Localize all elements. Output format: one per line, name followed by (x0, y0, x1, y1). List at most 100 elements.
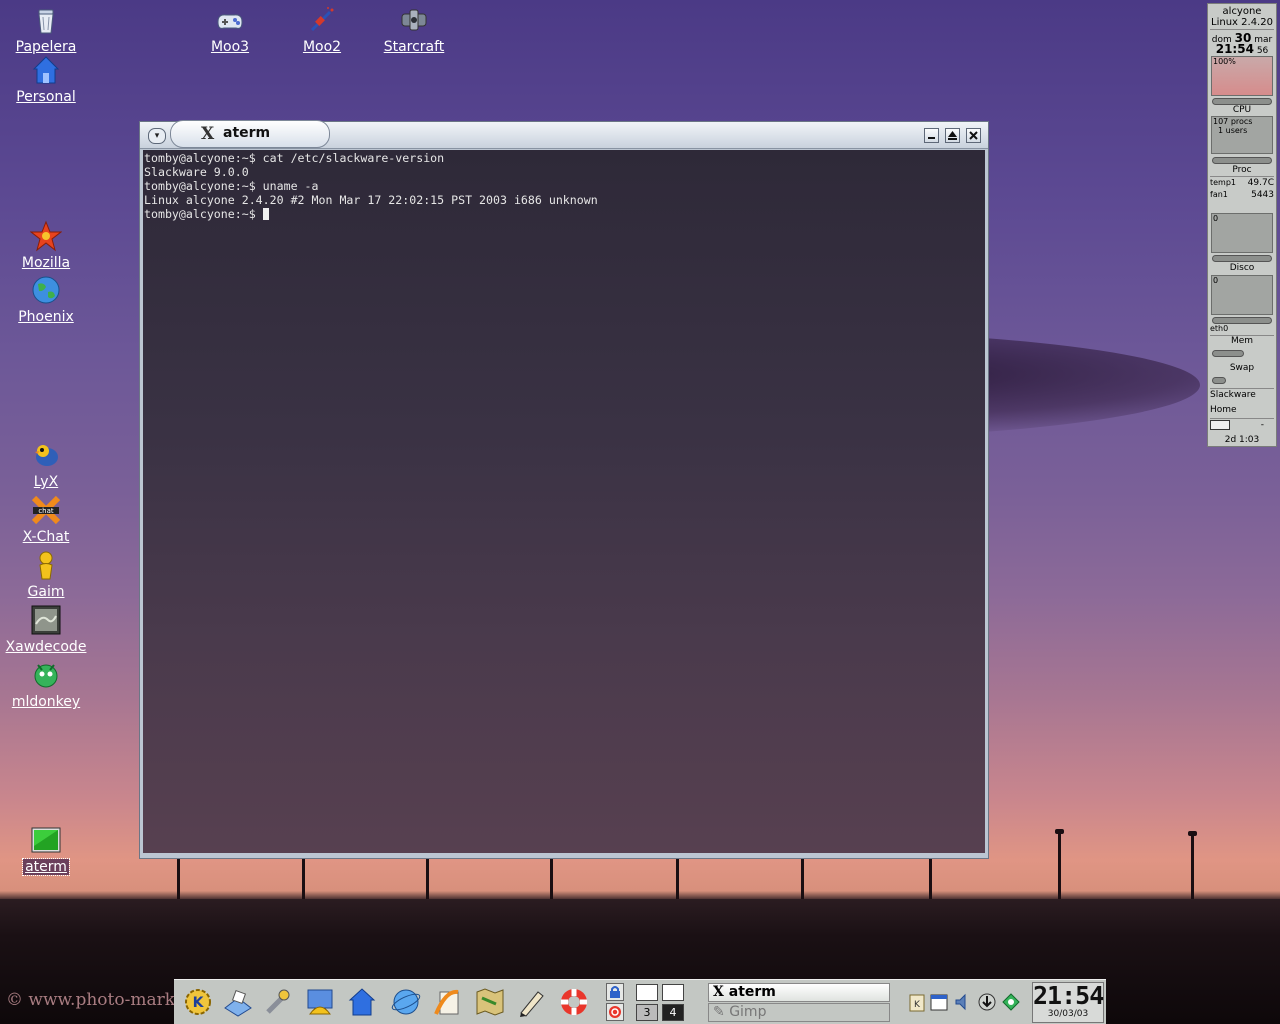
wind-turbine (1188, 831, 1197, 904)
desktop-icon-xawdecode[interactable]: Xawdecode (1, 604, 91, 655)
desktop-icon (224, 989, 252, 1017)
shell-icon (307, 989, 333, 1015)
minimize-button[interactable] (924, 128, 939, 143)
calendar-icon[interactable] (930, 991, 948, 1013)
task-list[interactable]: X aterm ✎ Gimp (696, 982, 892, 1024)
terminal-output[interactable]: tomby@alcyone:~$ cat /etc/slackware-vers… (143, 150, 985, 853)
gk-hostname: alcyone (1222, 6, 1262, 17)
desktop-icon-label: LyX (33, 474, 59, 490)
launcher-map[interactable] (474, 986, 506, 1018)
kde-gear-icon: K (185, 989, 211, 1015)
desktop-icon-label: Phoenix (18, 309, 74, 325)
desktop-icon-starcraft[interactable]: Starcraft (369, 4, 459, 55)
gk-net-graph[interactable]: 0 (1211, 275, 1273, 315)
gk-mail-row[interactable]: - (1210, 420, 1274, 433)
desktop-icon-xchat[interactable]: chat X-Chat (1, 494, 91, 545)
launcher-office[interactable] (432, 986, 464, 1018)
launcher-editor[interactable] (516, 986, 548, 1018)
pager-desktop-4[interactable]: 4 (662, 1004, 684, 1021)
gk-kernel: Linux 2.4.20 (1211, 17, 1273, 28)
launcher-desktop[interactable] (222, 986, 254, 1018)
tv-screen-icon (30, 604, 62, 636)
launcher-control-center[interactable] (262, 986, 294, 1018)
launcher-help[interactable] (558, 986, 590, 1018)
desktop-icon-lyx[interactable]: LyX (1, 439, 91, 490)
system-tray[interactable]: K (902, 985, 1030, 1019)
desktop-icon-personal[interactable]: Personal (1, 54, 91, 105)
desktop-icon-papelera[interactable]: Papelera (1, 4, 91, 55)
window-menu-button[interactable]: ▾ (148, 128, 166, 144)
gk-fan-label: fan1 (1210, 190, 1228, 199)
gk-proc-graph[interactable]: 107 procs 1 users (1211, 116, 1273, 154)
launcher-home[interactable] (346, 986, 378, 1018)
desktop-icon-mozilla[interactable]: Mozilla (1, 220, 91, 271)
window-titlebar[interactable]: ▾ X aterm (140, 120, 988, 149)
lyx-bird-icon (30, 439, 62, 471)
terminal-window[interactable]: ▾ X aterm tomby@alcyone:~$ cat /etc/slac… (139, 120, 989, 859)
lock-icon (610, 986, 620, 998)
desktop-icon-moo2[interactable]: Moo2 (277, 4, 367, 55)
task-button-aterm[interactable]: X aterm (708, 983, 890, 1002)
desktop-icon-label: Moo3 (210, 39, 250, 55)
gk-separator (1210, 388, 1274, 389)
pager-desktop-3[interactable]: 3 (636, 1004, 658, 1021)
home-folder-icon (30, 54, 62, 86)
taskbar[interactable]: K 1 2 3 4 X aterm (174, 979, 1106, 1024)
desktop-icon-label: aterm (22, 858, 70, 876)
gk-separator (1210, 29, 1274, 30)
desktop-icon-moo3[interactable]: Moo3 (185, 4, 275, 55)
pager-desktop-1[interactable]: 1 (636, 984, 658, 1001)
klipper-icon[interactable]: K (908, 991, 926, 1013)
desktop-icon-gaim[interactable]: Gaim (1, 549, 91, 600)
gk-disk-graph[interactable]: 0 (1211, 213, 1273, 253)
clock-time: 21:54 (1033, 981, 1104, 1010)
desktop-icon-label: mldonkey (11, 694, 81, 710)
lock-screen-button[interactable] (606, 983, 624, 1001)
kde-menu-button[interactable]: K (182, 986, 214, 1018)
task-label: aterm (728, 984, 776, 1000)
watermark-text: © www.photo-mark (6, 990, 176, 1010)
desktop-icon-mldonkey[interactable]: mldonkey (1, 659, 91, 710)
volume-icon[interactable] (954, 991, 972, 1013)
desktop-pager[interactable]: 1 2 3 4 (634, 982, 688, 1024)
gk-net-krell (1212, 317, 1272, 324)
terminal-prompt: tomby@alcyone:~$ (144, 207, 263, 221)
window-title: aterm (223, 125, 271, 141)
pager-desktop-2[interactable]: 2 (662, 984, 684, 1001)
gk-fs1[interactable]: Slackware (1210, 390, 1274, 400)
gk-net-label: eth0 (1210, 324, 1229, 333)
gk-mem-bar (1212, 350, 1244, 357)
office-icon (434, 989, 459, 1015)
gk-mail-value: - (1260, 420, 1264, 430)
gk-procs: 107 procs (1213, 117, 1253, 126)
close-button[interactable] (966, 128, 981, 143)
gk-users: 1 users (1218, 126, 1248, 135)
launcher-browser[interactable] (390, 986, 422, 1018)
gk-temp-value: 49.7C (1247, 178, 1274, 188)
gk-temp-row: temp1 49.7C (1210, 178, 1274, 188)
gk-cpu-graph[interactable]: 100% (1211, 56, 1273, 96)
network-monitor-icon[interactable] (1002, 991, 1020, 1013)
gk-uptime: 2d 1:03 (1224, 435, 1260, 445)
gkrellm-monitor[interactable]: alcyone Linux 2.4.20 dom 30 mar 21:54 56… (1207, 3, 1277, 447)
gk-disk-label: Disco (1229, 263, 1255, 273)
download-icon[interactable] (978, 991, 996, 1013)
globe-icon (30, 274, 62, 306)
wrench-icon (266, 989, 290, 1014)
window-title-tab[interactable]: X aterm (170, 120, 330, 148)
taskbar-clock[interactable]: 21:54 30/03/03 (1032, 982, 1104, 1023)
desktop-icon-phoenix[interactable]: Phoenix (1, 274, 91, 325)
desktop-icon-aterm[interactable]: aterm (1, 824, 91, 876)
xchat-icon: chat (30, 494, 62, 526)
desktop-icon-label: Moo2 (302, 39, 342, 55)
gk-separator (1210, 176, 1274, 177)
gamepad-icon (214, 4, 246, 36)
spaceship-icon (398, 4, 430, 36)
task-button-gimp[interactable]: ✎ Gimp (708, 1003, 890, 1022)
gimp-icon: ✎ (713, 1004, 725, 1020)
svg-text:chat: chat (38, 507, 54, 515)
gk-fs2[interactable]: Home (1210, 405, 1274, 415)
logout-button[interactable] (606, 1003, 624, 1021)
maximize-button[interactable] (945, 128, 960, 143)
launcher-konqueror-shell[interactable] (304, 986, 336, 1018)
